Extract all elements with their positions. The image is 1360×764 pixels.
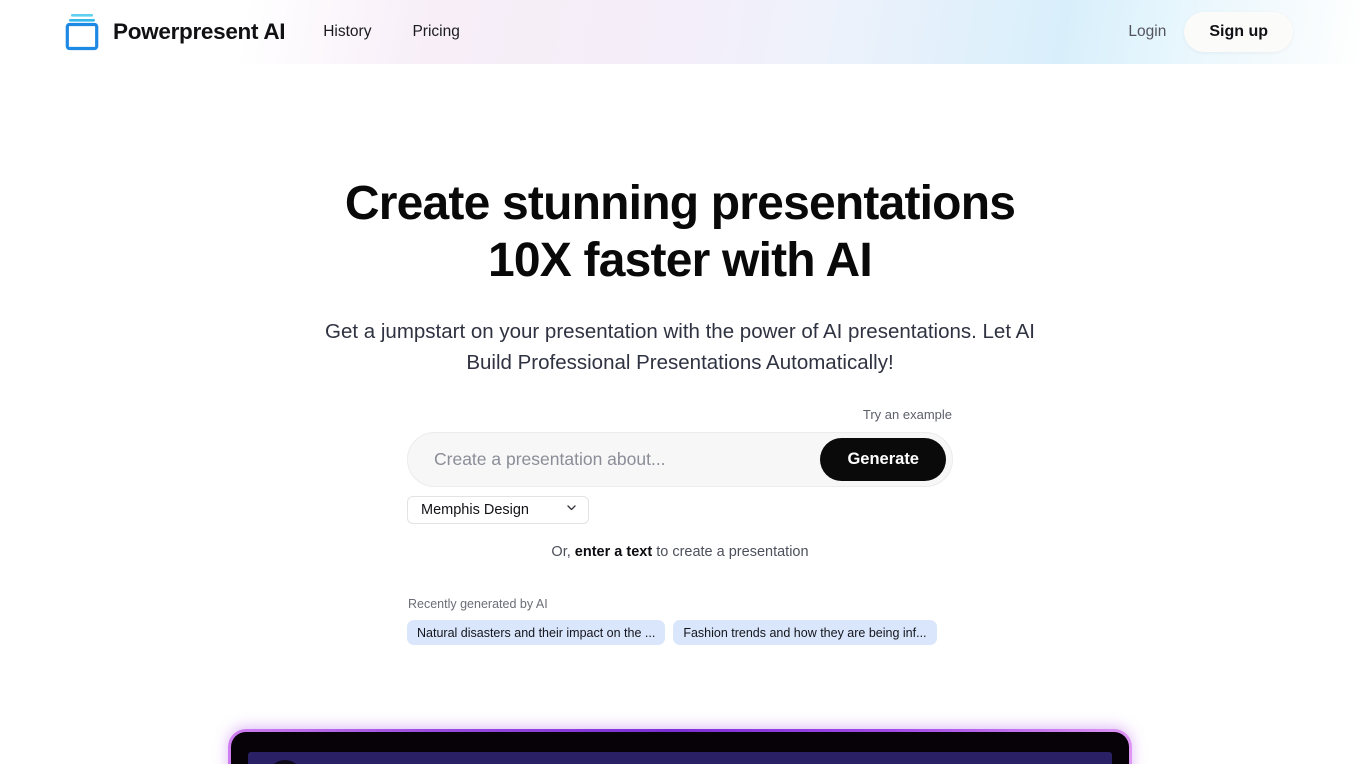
or-prefix: Or, [551, 544, 575, 560]
headline-line-2: 10X faster with AI [488, 234, 873, 287]
site-header: Powerpresent AI History Pricing Login Si… [0, 0, 1360, 64]
chevron-down-icon [565, 501, 578, 519]
try-example-row: Try an example [407, 406, 953, 424]
prompt-input-shell: Generate [407, 432, 953, 487]
nav-item-history[interactable]: History [323, 23, 371, 41]
signup-button[interactable]: Sign up [1184, 12, 1293, 52]
nav-item-pricing[interactable]: Pricing [412, 23, 459, 41]
recently-generated-title: Recently generated by AI [408, 597, 548, 611]
main-nav: History Pricing [323, 23, 460, 41]
login-link[interactable]: Login [1128, 23, 1166, 41]
generate-button[interactable]: Generate [820, 438, 946, 481]
prompt-block: Try an example Generate Memphis Design O… [407, 406, 953, 560]
slides-stack-icon[interactable] [63, 11, 101, 53]
device-mockup [228, 729, 1132, 764]
hero-subtitle: Get a jumpstart on your presentation wit… [325, 320, 1035, 374]
header-brand-group: Powerpresent AI History Pricing [0, 11, 460, 53]
try-an-example-link[interactable]: Try an example [863, 407, 952, 422]
or-suffix: to create a presentation [652, 544, 809, 560]
list-item[interactable]: Natural disasters and their impact on th… [407, 620, 666, 645]
recently-generated-section: Recently generated by AI Natural disaste… [407, 597, 953, 645]
page-title: Create stunning presentations 10X faster… [0, 175, 1360, 289]
header-account-group: Login Sign up [1128, 12, 1360, 52]
enter-a-text-link[interactable]: enter a text [575, 544, 652, 560]
recently-generated-chips: Natural disasters and their impact on th… [407, 620, 953, 645]
presentation-style-select[interactable]: Memphis Design [407, 496, 589, 524]
enter-text-alternative: Or, enter a text to create a presentatio… [407, 544, 953, 560]
brand-name: Powerpresent AI [113, 19, 286, 44]
hero-section: Create stunning presentations 10X faster… [0, 64, 1360, 645]
style-select-value: Memphis Design [421, 502, 529, 518]
prompt-input[interactable] [434, 433, 821, 486]
list-item[interactable]: Fashion trends and how they are being in… [673, 620, 937, 645]
headline-line-1: Create stunning presentations [344, 177, 1016, 230]
avatar [268, 760, 302, 764]
device-screen [248, 752, 1112, 764]
